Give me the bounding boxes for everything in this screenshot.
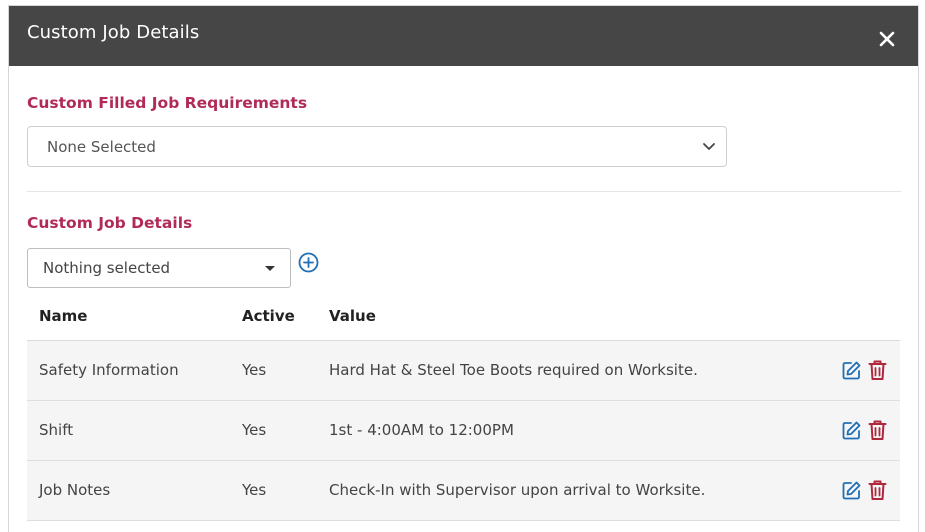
table-row: Job Notes Yes Check-In with Supervisor u… <box>27 461 900 521</box>
edit-icon[interactable] <box>841 480 862 501</box>
custom-details-dropdown-value: Nothing selected <box>43 259 171 277</box>
caret-down-icon <box>265 266 275 271</box>
modal-title: Custom Job Details <box>27 22 200 43</box>
custom-job-details-modal: Custom Job Details Custom Filled Job Req… <box>8 5 919 532</box>
trash-icon[interactable] <box>868 359 887 381</box>
column-header-name: Name <box>39 307 88 325</box>
row-value: Check-In with Supervisor upon arrival to… <box>329 481 706 499</box>
section-divider <box>27 191 901 192</box>
row-name: Safety Information <box>39 361 179 379</box>
custom-details-label: Custom Job Details <box>27 214 193 232</box>
close-icon[interactable] <box>878 30 896 48</box>
trash-icon[interactable] <box>868 419 887 441</box>
column-header-value: Value <box>329 307 376 325</box>
column-header-active: Active <box>242 307 295 325</box>
table-header-row: Name Active Value <box>27 291 900 341</box>
chevron-down-icon <box>703 143 715 150</box>
modal-header: Custom Job Details <box>9 6 918 66</box>
row-active: Yes <box>242 481 267 499</box>
filled-requirements-select[interactable]: None Selected <box>27 126 727 167</box>
add-circle-icon[interactable] <box>298 252 319 273</box>
table-row: Shift Yes 1st - 4:00AM to 12:00PM <box>27 401 900 461</box>
edit-icon[interactable] <box>841 360 862 381</box>
row-active: Yes <box>242 421 267 439</box>
row-name: Job Notes <box>39 481 111 499</box>
row-value: Hard Hat & Steel Toe Boots required on W… <box>329 361 698 379</box>
row-name: Shift <box>39 421 74 439</box>
filled-requirements-label: Custom Filled Job Requirements <box>27 94 308 112</box>
table-row: Safety Information Yes Hard Hat & Steel … <box>27 341 900 401</box>
row-active: Yes <box>242 361 267 379</box>
filled-requirements-value: None Selected <box>47 138 156 156</box>
trash-icon[interactable] <box>868 479 887 501</box>
edit-icon[interactable] <box>841 420 862 441</box>
row-value: 1st - 4:00AM to 12:00PM <box>329 421 514 439</box>
custom-details-table: Name Active Value Safety Information Yes… <box>27 291 900 521</box>
custom-details-dropdown[interactable]: Nothing selected <box>27 248 291 288</box>
